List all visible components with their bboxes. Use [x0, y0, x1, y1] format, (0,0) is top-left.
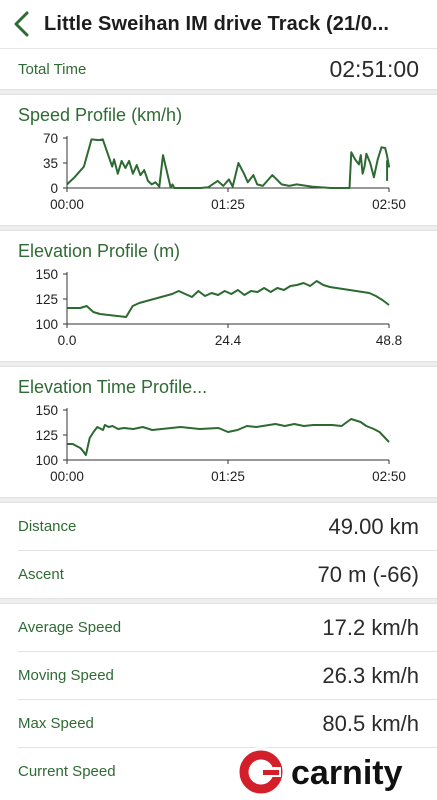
- series-line: [66, 138, 390, 189]
- total-time-label: Total Time: [18, 60, 87, 78]
- ascent-value: 70 m (-66): [317, 561, 419, 587]
- x-tick-label: 24.4: [215, 333, 242, 348]
- x-tick-label: 02:50: [372, 197, 406, 212]
- ascent-label: Ascent: [18, 566, 64, 583]
- max-speed-row: Max Speed 80.5 km/h: [0, 700, 437, 747]
- y-tick-label: 100: [35, 453, 58, 468]
- y-tick-label: 100: [35, 317, 58, 332]
- page-title: Little Sweihan IM drive Track (21/0...: [44, 12, 390, 35]
- x-tick-label: 00:00: [50, 469, 84, 484]
- distance-row: Distance 49.00 km: [0, 503, 437, 550]
- carnity-logo: carnity: [236, 747, 403, 797]
- moving-speed-value: 26.3 km/h: [322, 662, 419, 688]
- x-tick-label: 00:00: [50, 197, 84, 212]
- elevation-profile-chart: 100 125 150 0.0 24.4 48.8: [35, 267, 402, 348]
- elevation-time-profile-chart: 100 125 150 00:00 01:25 02:50: [35, 403, 406, 484]
- x-tick-label: 48.8: [376, 333, 402, 348]
- speed-profile-chart: 0 35 70 00:00 01:25 02:50: [43, 131, 406, 212]
- distance-value: 49.00 km: [328, 513, 420, 539]
- speed-profile-card[interactable]: Speed Profile (km/h) 0 35 70 00:00 01:25 02:5…: [0, 95, 437, 225]
- chevron-left-icon: [14, 11, 29, 37]
- y-tick-label: 150: [35, 403, 58, 418]
- current-speed-label: Current Speed: [18, 763, 116, 780]
- y-tick-label: 35: [43, 156, 58, 171]
- series-line: [67, 418, 390, 456]
- max-speed-value: 80.5 km/h: [322, 710, 419, 736]
- moving-speed-label: Moving Speed: [18, 667, 114, 684]
- average-speed-label: Average Speed: [18, 619, 122, 636]
- x-tick-label: 02:50: [372, 469, 406, 484]
- x-tick-label: 01:25: [211, 469, 245, 484]
- navigation-bar: Little Sweihan IM drive Track (21/0...: [0, 0, 437, 48]
- ascent-row: Ascent 70 m (-66): [0, 551, 437, 598]
- average-speed-row: Average Speed 17.2 km/h: [0, 604, 437, 651]
- average-speed-value: 17.2 km/h: [322, 614, 419, 640]
- carnity-logo-text: carnity: [291, 754, 403, 792]
- y-tick-label: 70: [43, 131, 58, 146]
- total-time-value: 02:51:00: [329, 55, 419, 82]
- moving-speed-row: Moving Speed 26.3 km/h: [0, 652, 437, 699]
- y-tick-label: 0: [50, 181, 58, 196]
- back-button[interactable]: [0, 0, 44, 48]
- x-tick-label: 01:25: [211, 197, 245, 212]
- y-tick-label: 125: [35, 428, 58, 443]
- y-tick-label: 150: [35, 267, 58, 282]
- y-tick-label: 125: [35, 292, 58, 307]
- elevation-profile-card[interactable]: Elevation Profile (m) 100 125 150 0.0 24.4 48…: [0, 231, 437, 361]
- series-line: [67, 280, 390, 318]
- max-speed-label: Max Speed: [18, 715, 94, 732]
- distance-label: Distance: [18, 518, 77, 535]
- elevation-time-profile-card[interactable]: Elevation Time Profile... 100 125 150 00:00…: [0, 367, 437, 497]
- total-time-row: Total Time 02:51:00: [0, 49, 437, 89]
- x-tick-label: 0.0: [58, 333, 77, 348]
